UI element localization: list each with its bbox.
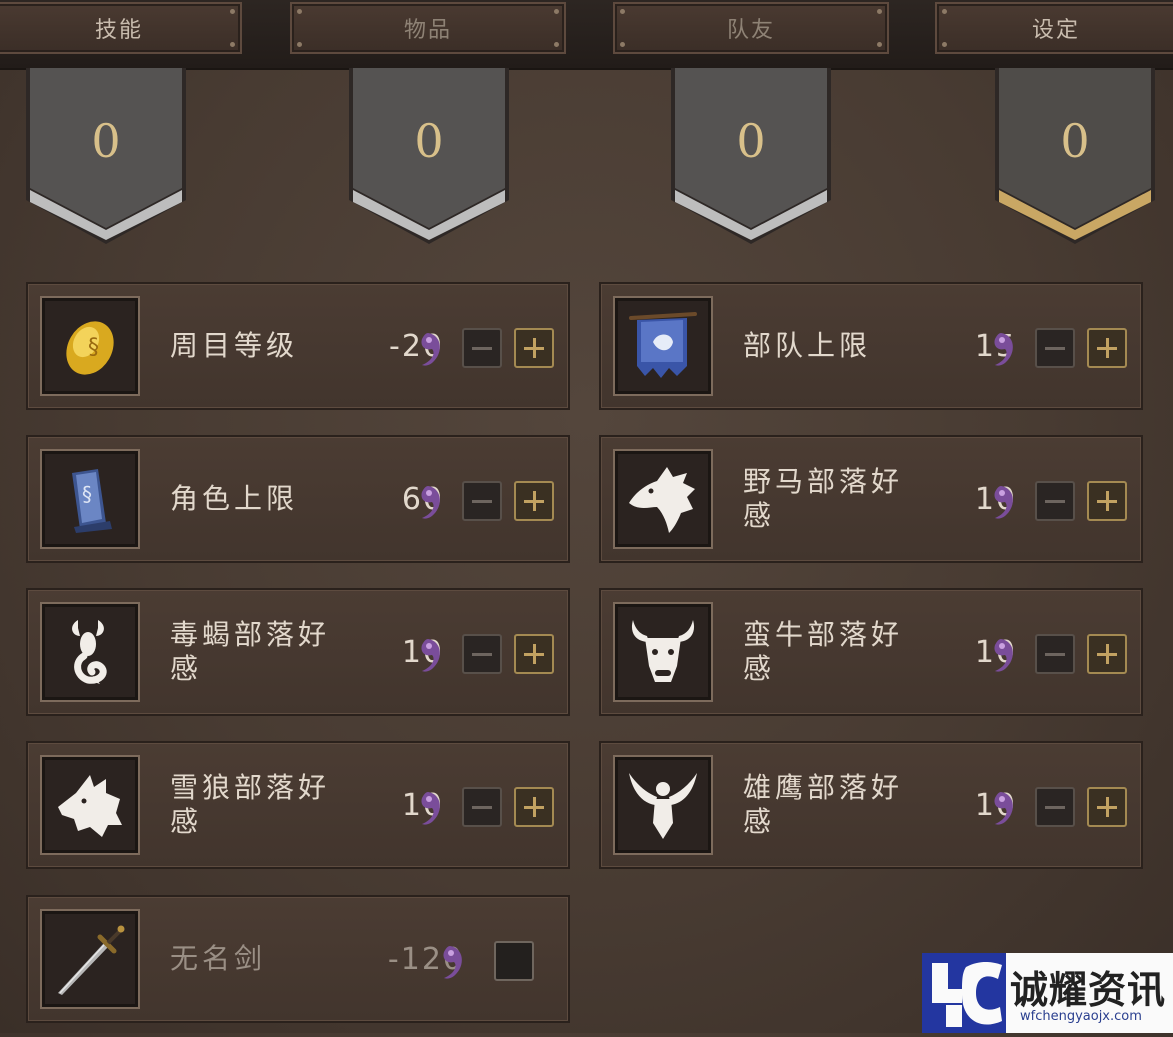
increase-button[interactable] [1087, 481, 1127, 521]
swirl-icon [994, 792, 1013, 825]
setting-label: 周目等级 [170, 329, 299, 362]
increase-button[interactable] [514, 481, 554, 521]
tab-skills[interactable]: 技能 [0, 2, 242, 54]
setting-label: 部队上限 [743, 329, 872, 362]
banner-settings-count: 0 [1060, 114, 1090, 168]
swirl-icon [421, 486, 440, 519]
increase-button[interactable] [1087, 787, 1127, 827]
decrease-button[interactable] [1035, 481, 1075, 521]
setting-row-troop-limit: 部队上限 15 [599, 282, 1143, 410]
banner-companions-count: 0 [736, 114, 766, 168]
eagle-icon [613, 755, 713, 855]
decrease-button[interactable] [1035, 787, 1075, 827]
increase-button[interactable] [514, 328, 554, 368]
swirl-icon [994, 639, 1013, 672]
swirl-icon [443, 946, 462, 979]
setting-row-nameless-sword: 无名剑 -120 [26, 895, 570, 1023]
banner-skills: 0 [24, 68, 188, 246]
setting-label: 雪狼部落好感 [170, 771, 331, 838]
decrease-button[interactable] [1035, 328, 1075, 368]
setting-row-scorpion-favor: 毒蝎部落好感 10 [26, 588, 570, 716]
decrease-button[interactable] [1035, 634, 1075, 674]
setting-label: 野马部落好感 [743, 465, 904, 532]
sword-icon [40, 909, 140, 1009]
setting-row-snow-wolf-favor: 雪狼部落好感 10 [26, 741, 570, 869]
swirl-icon [994, 486, 1013, 519]
tab-bar: 技能 物品 队友 设定 [0, 0, 1173, 70]
watermark-url: wfchengyaojx.com [1020, 1009, 1142, 1024]
decrease-button[interactable] [462, 787, 502, 827]
tab-companions[interactable]: 队友 [613, 2, 889, 54]
watermark-logo-icon [922, 953, 1006, 1033]
golden-egg-icon: § [40, 296, 140, 396]
toggle-checkbox[interactable] [494, 941, 534, 981]
setting-label: 雄鹰部落好感 [743, 771, 904, 838]
decrease-button[interactable] [462, 328, 502, 368]
swirl-icon [421, 792, 440, 825]
tab-skills-label: 技能 [94, 18, 143, 43]
svg-text:§: § [88, 335, 99, 360]
svg-text:§: § [82, 482, 92, 506]
tab-settings-label: 设定 [1031, 18, 1080, 43]
increase-button[interactable] [1087, 634, 1127, 674]
setting-row-playthrough-level: § 周目等级 -20 [26, 282, 570, 410]
swirl-icon [994, 333, 1013, 366]
setting-label: 无名剑 [170, 942, 267, 975]
wolf-icon [40, 755, 140, 855]
war-banner-icon [613, 296, 713, 396]
horse-icon [613, 449, 713, 549]
setting-row-wild-bull-favor: 蛮牛部落好感 10 [599, 588, 1143, 716]
tombstone-icon: § [40, 449, 140, 549]
swirl-icon [421, 639, 440, 672]
banner-companions: 0 [669, 68, 833, 246]
banner-settings: 0 [993, 68, 1157, 246]
setting-row-eagle-favor: 雄鹰部落好感 10 [599, 741, 1143, 869]
tab-items[interactable]: 物品 [290, 2, 566, 54]
increase-button[interactable] [1087, 328, 1127, 368]
increase-button[interactable] [514, 787, 554, 827]
scorpion-icon [40, 602, 140, 702]
watermark-brand: 诚耀资讯 [1010, 968, 1167, 1012]
increase-button[interactable] [514, 634, 554, 674]
banner-items: 0 [347, 68, 511, 246]
tab-items-label: 物品 [403, 18, 452, 43]
tab-companions-label: 队友 [726, 18, 775, 43]
banner-items-count: 0 [414, 114, 444, 168]
setting-label: 毒蝎部落好感 [170, 618, 331, 685]
watermark: 诚耀资讯 wfchengyaojx.com [922, 953, 1173, 1033]
decrease-button[interactable] [462, 481, 502, 521]
banner-skills-count: 0 [91, 114, 121, 168]
swirl-icon [421, 333, 440, 366]
setting-row-wild-horse-favor: 野马部落好感 10 [599, 435, 1143, 563]
tab-settings[interactable]: 设定 [935, 2, 1173, 54]
setting-label: 蛮牛部落好感 [743, 618, 904, 685]
setting-label: 角色上限 [170, 482, 299, 515]
decrease-button[interactable] [462, 634, 502, 674]
setting-row-character-limit: § 角色上限 60 [26, 435, 570, 563]
bull-icon [613, 602, 713, 702]
